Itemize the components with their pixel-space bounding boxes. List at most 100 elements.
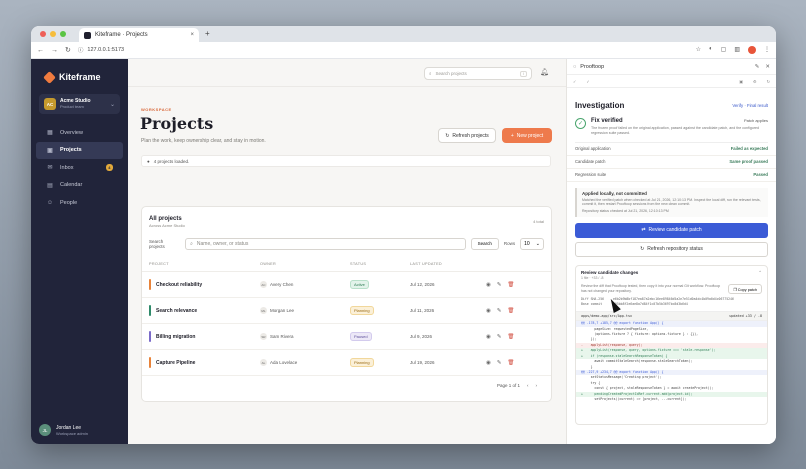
panel-tool-icon[interactable]: ▣ xyxy=(739,79,743,84)
edit-pencil-icon[interactable]: ✎ xyxy=(497,334,502,340)
fix-verified-content: Fix verified Patch applies The frozen pr… xyxy=(591,118,768,136)
table-row[interactable]: Checkout reliability AC Avery Chen Active Ju… xyxy=(142,272,551,298)
view-eye-icon[interactable]: ◉ xyxy=(486,308,491,314)
filter-label: Search projects xyxy=(149,238,165,249)
minimize-window-icon[interactable] xyxy=(50,31,56,37)
bookmark-star-icon[interactable]: ☆ xyxy=(696,46,701,54)
forward-button[interactable]: → xyxy=(51,47,58,54)
investigation-header: Investigation Verify · Final result xyxy=(567,101,776,110)
edit-pencil-icon[interactable]: ✎ xyxy=(497,308,502,314)
next-page-button[interactable]: › xyxy=(536,383,538,388)
project-name[interactable]: Search relevance xyxy=(156,308,197,314)
view-eye-icon[interactable]: ◉ xyxy=(486,360,491,366)
inbox-icon: ✉ xyxy=(47,165,53,172)
owner-name: Sam Rivera xyxy=(270,334,294,339)
diff-line: setProjects((current) => [project, ...cu… xyxy=(581,397,687,402)
notification-bell-icon[interactable]: 🔔︎ xyxy=(540,68,549,76)
check-icon[interactable]: ✓ xyxy=(586,79,589,84)
edit-pencil-icon[interactable]: ✎ xyxy=(497,282,502,288)
sha-list: Diff SHA-256 e6b2b9b8bf187ea87a2ebc16ee8… xyxy=(576,294,767,307)
reload-button[interactable]: ↻ xyxy=(65,46,71,54)
column-header: STATUS xyxy=(350,261,367,266)
project-search-input[interactable]: ⌕ Name, owner, or status xyxy=(185,237,466,250)
status-badge: Active xyxy=(350,279,369,289)
zoom-window-icon[interactable] xyxy=(60,31,66,37)
changes-header[interactable]: Review candidate changes ⌃ xyxy=(576,266,767,276)
sidebar-item-projects[interactable]: ▣ Projects xyxy=(36,141,123,159)
user-profile[interactable]: JL Jordan Lee Workspace admin xyxy=(39,424,88,436)
column-header: PROJECT xyxy=(149,261,169,266)
new-tab-button[interactable]: + xyxy=(205,29,210,38)
filter-placeholder: Name, owner, or status xyxy=(196,240,249,247)
back-button[interactable]: ← xyxy=(37,47,44,54)
owner-cell: SR Sam Rivera xyxy=(260,333,350,340)
site-info-icon[interactable]: ⓘ xyxy=(78,46,84,54)
avatar: AL xyxy=(260,359,267,366)
check-icon[interactable]: ✓ xyxy=(573,79,576,84)
chevron-down-icon: ⌄ xyxy=(109,101,115,108)
extensions-puzzle-icon[interactable]: ▢ xyxy=(721,46,727,54)
prooftoop-panel: ◌ Prooftoop ✎ ✕ ✓ ✓ ▣ ⚙ ↻ Investigation … xyxy=(566,59,776,444)
table-row[interactable]: Capture Pipeline AL Ada Lovelace Planning Ju… xyxy=(142,350,551,376)
panel-header: ◌ Prooftoop ✎ ✕ xyxy=(567,59,776,75)
diff-file-header: apps/demo-app/src/App.tsx updated +33 / … xyxy=(576,311,767,322)
pin-icon[interactable]: ✎ xyxy=(755,64,760,70)
local-status-title: Applied locally, not committed xyxy=(582,190,647,196)
project-name[interactable]: Billing migration xyxy=(156,334,195,340)
project-name[interactable]: Checkout reliability xyxy=(156,282,202,288)
delete-trash-icon[interactable]: 🗑︎ xyxy=(507,308,514,314)
eyebrow-label: WORKSPACE xyxy=(141,107,172,112)
status-badge: Planning xyxy=(350,305,374,315)
delete-trash-icon[interactable]: 🗑︎ xyxy=(507,282,514,288)
browser-tab[interactable]: Kiteframe · Projects × xyxy=(79,28,199,42)
sidebar-item-label: People xyxy=(60,199,78,206)
global-search-input[interactable]: ⌕ Search projects / xyxy=(424,67,532,80)
search-icon: ⌕ xyxy=(429,71,432,76)
fix-title: Fix verified xyxy=(591,118,623,124)
sidepanel-icon[interactable]: ▥ xyxy=(734,46,740,54)
refresh-icon[interactable]: ↻ xyxy=(767,79,770,84)
project-name-cell: Search relevance xyxy=(149,305,260,316)
search-button[interactable]: Search xyxy=(470,237,499,250)
workspace-switcher[interactable]: AC Acme Studio Product team ⌄ xyxy=(39,94,120,114)
view-eye-icon[interactable]: ◉ xyxy=(486,334,491,340)
review-candidate-patch-button[interactable]: ⇄ Review candidate patch xyxy=(575,222,768,238)
copy-patch-button[interactable]: ❐ Copy patch xyxy=(728,283,762,294)
close-icon[interactable]: ✕ xyxy=(765,64,770,70)
table-row[interactable]: Search relevance ML Morgan Lee Planning Jul … xyxy=(142,298,551,324)
refresh-projects-button[interactable]: ↻ Refresh projects xyxy=(438,128,496,143)
browser-menu-icon[interactable]: ⋮ xyxy=(764,46,770,54)
view-eye-icon[interactable]: ◉ xyxy=(486,282,491,288)
sidebar-item-inbox[interactable]: ✉ Inbox 4 xyxy=(36,159,123,177)
rows-per-page-select[interactable]: 10 ⌄ xyxy=(520,237,544,250)
status-message-text: 4 projects loaded. xyxy=(153,158,190,164)
new-project-label: New project xyxy=(516,132,544,139)
tab-close-icon[interactable]: × xyxy=(190,32,194,38)
changes-description: Review the diff that Prooftoop tested, t… xyxy=(581,283,721,293)
settings-icon[interactable]: ⚙ xyxy=(753,79,757,84)
sidebar-item-calendar[interactable]: ▤ Calendar xyxy=(36,177,123,195)
edit-pencil-icon[interactable]: ✎ xyxy=(497,360,502,366)
row-actions: ◉ ✎ 🗑︎ xyxy=(480,308,551,314)
url-field[interactable]: ⓘ 127.0.0.1:5173 xyxy=(78,46,689,54)
refresh-repository-status-button[interactable]: ↻ Refresh repository status xyxy=(575,241,768,257)
table-row[interactable]: Billing migration SR Sam Rivera Paused Jul 9… xyxy=(142,324,551,350)
row-actions: ◉ ✎ 🗑︎ xyxy=(480,334,551,340)
sidebar-item-people[interactable]: ☺ People xyxy=(36,194,123,212)
status-cell: Paused xyxy=(350,331,410,341)
close-window-icon[interactable] xyxy=(40,31,46,37)
new-project-button[interactable]: + New project xyxy=(502,128,552,143)
prev-page-button[interactable]: ‹ xyxy=(527,383,529,388)
status-cell: Planning xyxy=(350,357,410,367)
sidebar-item-overview[interactable]: ▦ Overview xyxy=(36,124,123,142)
sha-label: Base commit xyxy=(581,301,603,306)
row-actions: ◉ ✎ 🗑︎ xyxy=(480,282,551,288)
delete-trash-icon[interactable]: 🗑︎ xyxy=(507,360,514,366)
extension-icon[interactable]: ◐ xyxy=(709,46,713,54)
profile-avatar-icon[interactable] xyxy=(748,46,756,54)
verify-final-link[interactable]: Verify · Final result xyxy=(732,103,768,108)
result-row: Candidate patch Same proof passed xyxy=(567,156,776,169)
changes-title: Review candidate changes xyxy=(581,269,639,275)
delete-trash-icon[interactable]: 🗑︎ xyxy=(507,334,514,340)
project-name[interactable]: Capture Pipeline xyxy=(156,360,195,366)
